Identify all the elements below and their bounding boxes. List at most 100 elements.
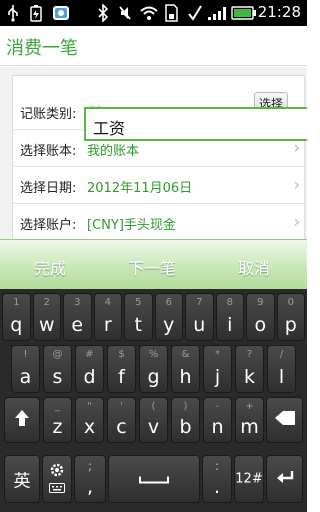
space-key[interactable] (108, 455, 200, 503)
key-s[interactable]: @ s (43, 345, 72, 393)
keyboard-icon (43, 478, 71, 497)
key-secondary-label: 2 (43, 297, 50, 308)
key-u[interactable]: 7u (185, 293, 214, 341)
key-secondary-label: + (245, 401, 254, 412)
page-title: 消费一笔 (6, 38, 78, 59)
settings-key[interactable] (42, 455, 72, 503)
key-secondary-label: _ (55, 401, 60, 412)
key-secondary-label: " (87, 401, 92, 412)
key-p[interactable]: 0p (276, 293, 305, 341)
bluetooth-icon (96, 3, 110, 23)
key-secondary-label: $ (118, 349, 125, 360)
key-e[interactable]: 3e (63, 293, 92, 341)
key-primary-label: e (71, 314, 84, 336)
shift-arrow-icon (5, 408, 39, 432)
signal-icon (206, 3, 228, 23)
key-secondary-label: 9 (257, 297, 264, 308)
key-secondary-label: ? (246, 349, 253, 360)
backspace-key[interactable] (266, 397, 303, 443)
key-primary-label: o (254, 314, 267, 336)
key-q[interactable]: 1q (2, 293, 31, 341)
key-primary-label: v (147, 416, 160, 438)
category-label: 记账类别: (20, 107, 77, 122)
language-key[interactable]: 英 (4, 455, 40, 503)
key-c[interactable]: ' c (107, 397, 136, 443)
status-bar: 21:28 (0, 0, 307, 26)
key-primary-label: j (214, 366, 221, 388)
key-secondary-label: ' (120, 401, 123, 412)
enter-key[interactable] (266, 455, 303, 503)
status-time: 21:28 (257, 3, 301, 21)
key-secondary-label: - (215, 401, 220, 412)
key-t[interactable]: 5t (124, 293, 153, 341)
key-primary-label: n (211, 416, 224, 438)
gallery-icon (52, 3, 70, 23)
key-primary-label: u (193, 314, 206, 336)
key-m[interactable]: + m (235, 397, 264, 443)
key-v[interactable]: (v (139, 397, 168, 443)
key-primary-label: p (284, 314, 297, 336)
suggestion-item[interactable]: 工资 (93, 115, 125, 139)
done-button[interactable]: 完成 (34, 255, 66, 279)
key-primary-label: g (147, 366, 160, 388)
key-primary-label: z (52, 416, 63, 438)
key-secondary-label: / (279, 349, 284, 360)
date-label: 选择日期: (20, 181, 77, 196)
key-secondary-label: @ (52, 349, 63, 360)
key-g[interactable]: % g (139, 345, 168, 393)
key-secondary-label: * (215, 349, 220, 360)
key-y[interactable]: 6y (154, 293, 183, 341)
key-primary-label: b (179, 416, 192, 438)
key-secondary-label: # (85, 349, 94, 360)
date-value: 2012年11月06日 (87, 181, 193, 196)
key-primary-label: i (227, 314, 233, 336)
key-secondary-label: ( (151, 401, 156, 412)
key-w[interactable]: 2w (32, 293, 61, 341)
key-primary-label: h (179, 366, 192, 388)
key-r[interactable]: 4r (93, 293, 122, 341)
key-primary-label: w (38, 314, 55, 336)
key-a[interactable]: ! a (11, 345, 40, 393)
comma-key[interactable]: ; , (74, 455, 106, 503)
date-row[interactable]: 选择日期: 2012年11月06日 › (13, 168, 304, 204)
key-k[interactable]: ? k (235, 345, 264, 393)
key-j[interactable]: * j (203, 345, 232, 393)
key-n[interactable]: -n (203, 397, 232, 443)
ime-action-bar: 完成 下一笔 取消 (0, 239, 307, 289)
key-primary-label: l (278, 366, 285, 388)
key-o[interactable]: 9o (246, 293, 275, 341)
key-x[interactable]: " x (75, 397, 104, 443)
title-bar: 消费一笔 (0, 26, 307, 66)
backspace-icon (267, 410, 302, 430)
key-primary-label: s (52, 366, 63, 388)
cancel-button[interactable]: 取消 (238, 255, 270, 279)
suggestion-popup[interactable]: 工资 (84, 107, 307, 141)
key-secondary-label: & (181, 349, 190, 360)
form-area: 记账类别: go 选择账本: 我的账本 › 选择日期: 2012年11月06日 … (0, 67, 307, 239)
key-h[interactable]: & h (171, 345, 200, 393)
battery-saver-icon (28, 3, 44, 23)
key-i[interactable]: 8i (215, 293, 244, 341)
key-z[interactable]: _ z (43, 397, 72, 443)
enter-arrow-icon (267, 469, 302, 489)
key-secondary-label: 0 (287, 297, 294, 308)
key-d[interactable]: # d (75, 345, 104, 393)
key-f[interactable]: $ f (107, 345, 136, 393)
key-primary-label: y (163, 314, 175, 336)
ledger-value: 我的账本 (87, 144, 140, 159)
ledger-label: 选择账本: (20, 144, 77, 159)
key-b[interactable]: ) b (171, 397, 200, 443)
chevron-right-icon: › (293, 212, 300, 231)
key-primary-label: t (134, 314, 142, 336)
soft-keyboard: 1q2w3e4r5t6y7u8i9o0p ! a @ s # d $ f% g & h * j? k / l … (0, 289, 307, 512)
numbers-key[interactable]: 12# (234, 455, 264, 503)
key-secondary-label: 1 (13, 297, 20, 308)
period-key[interactable]: : . (202, 455, 232, 503)
key-l[interactable]: / l (267, 345, 296, 393)
key-primary-label: m (240, 416, 259, 438)
account-row[interactable]: 选择账户: [CNY]手头现金 › (13, 205, 304, 239)
shift-key[interactable] (4, 397, 40, 443)
wifi-icon (139, 3, 159, 23)
key-primary-label: x (83, 416, 96, 438)
next-entry-button[interactable]: 下一笔 (128, 255, 176, 279)
